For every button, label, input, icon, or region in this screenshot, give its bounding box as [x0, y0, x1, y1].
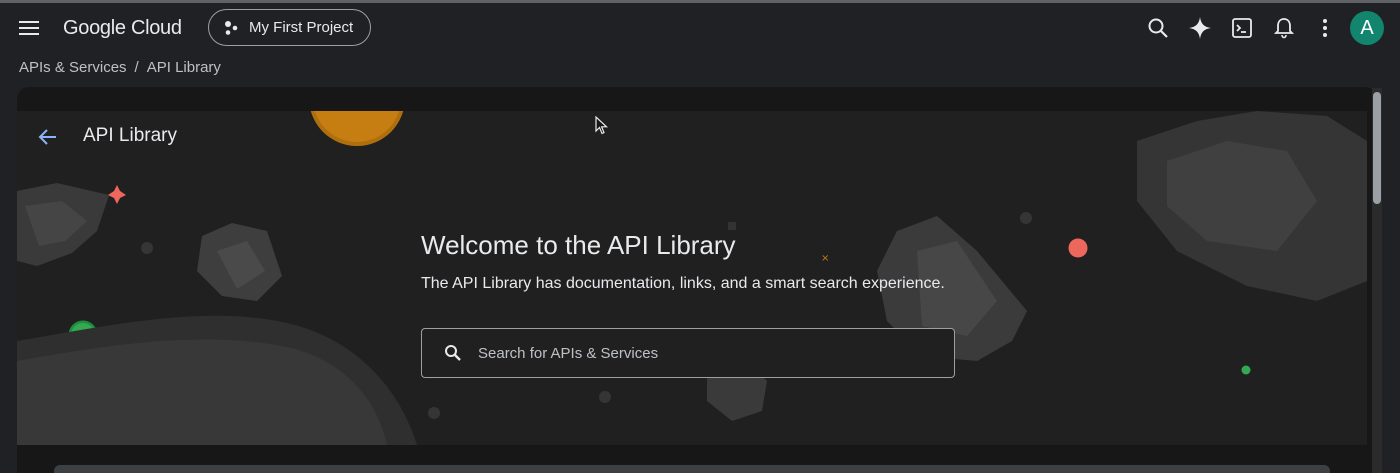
mouse-cursor-icon [595, 116, 609, 135]
account-avatar[interactable]: A [1350, 11, 1384, 45]
search-button[interactable] [1142, 12, 1174, 44]
api-library-hero-banner: × API Library Welcome to the API Library… [17, 111, 1367, 445]
cloud-shell-icon [1232, 18, 1252, 38]
back-button[interactable] [31, 121, 63, 153]
more-options-button[interactable] [1309, 12, 1341, 44]
gemini-sparkle-icon [1189, 17, 1211, 39]
search-icon [1148, 18, 1168, 38]
main-content-panel: × API Library Welcome to the API Library… [17, 87, 1377, 473]
notifications-button[interactable] [1268, 12, 1300, 44]
more-vert-icon [1323, 19, 1327, 37]
page-header: API Library [17, 111, 1367, 161]
top-app-bar: Google Cloud My First Project A [0, 3, 1400, 53]
gemini-button[interactable] [1184, 12, 1216, 44]
breadcrumb-item-api-library[interactable]: API Library [147, 59, 221, 76]
arrow-back-icon [38, 129, 56, 145]
breadcrumb-item-apis-services[interactable]: APIs & Services [19, 59, 127, 76]
search-icon [445, 345, 461, 361]
welcome-heading: Welcome to the API Library [421, 230, 736, 260]
breadcrumb: APIs & Services / API Library [19, 59, 221, 76]
project-icon [225, 20, 238, 35]
menu-icon [19, 21, 39, 35]
page-scrollbar-thumb[interactable] [1373, 92, 1381, 204]
api-search-input[interactable] [478, 344, 918, 362]
breadcrumb-separator: / [134, 59, 139, 76]
main-menu-button[interactable] [13, 12, 45, 44]
api-search-box[interactable] [421, 328, 955, 378]
google-cloud-logo[interactable]: Google Cloud [63, 17, 182, 40]
welcome-subtitle: The API Library has documentation, links… [421, 275, 945, 292]
project-name: My First Project [249, 19, 354, 36]
svg-text:×: × [821, 253, 829, 264]
project-picker-button[interactable]: My First Project [208, 9, 371, 46]
notifications-bell-icon [1274, 18, 1294, 39]
page-title: API Library [83, 125, 177, 146]
cloud-shell-button[interactable] [1226, 12, 1258, 44]
content-card-top-edge [54, 465, 1330, 473]
